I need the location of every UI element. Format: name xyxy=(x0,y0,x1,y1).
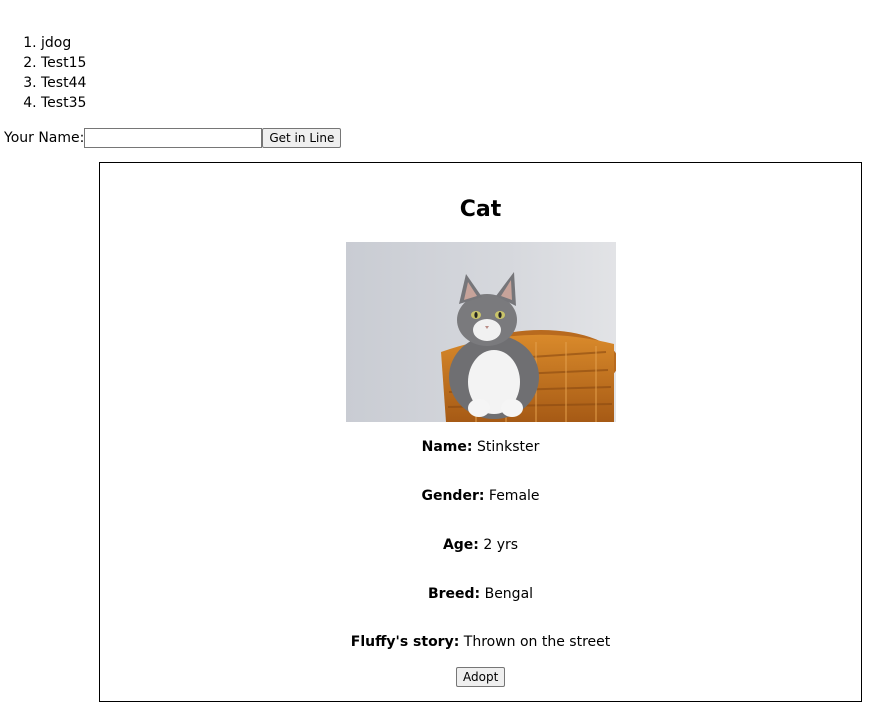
queue-item: jdog xyxy=(41,33,86,53)
pet-name-field: Name: Stinkster xyxy=(100,437,861,457)
pet-heading: Cat xyxy=(459,197,502,222)
pet-gender-field: Gender: Female xyxy=(100,486,861,506)
pet-age-label: Age: xyxy=(442,537,479,553)
pet-age-field: Age: 2 yrs xyxy=(100,535,861,555)
pet-story-value: Thrown on the street xyxy=(463,634,611,650)
name-input[interactable] xyxy=(84,128,263,148)
queue-item: Test35 xyxy=(41,93,86,113)
pet-breed-field: Breed: Bengal xyxy=(100,584,861,604)
queue-item: Test15 xyxy=(41,53,86,73)
pet-breed-value: Bengal xyxy=(484,586,534,602)
queue-item: Test44 xyxy=(41,73,86,93)
pet-age-value: 2 yrs xyxy=(483,537,519,553)
pet-name-value: Stinkster xyxy=(476,439,540,455)
pet-story-field: Fluffy's story: Thrown on the street xyxy=(100,632,861,652)
name-label: Your Name: xyxy=(4,130,85,146)
pet-gender-value: Female xyxy=(488,488,540,504)
name-form: Your Name: Get in Line xyxy=(4,127,342,149)
pet-card: Cat Name: Stinkster Gender: Female Age: … xyxy=(99,162,862,702)
cat-photo xyxy=(346,242,616,422)
pet-gender-label: Gender: xyxy=(421,488,485,504)
queue-list: jdog Test15 Test44 Test35 xyxy=(0,33,86,113)
pet-story-label: Fluffy's story: xyxy=(350,634,460,650)
get-in-line-button[interactable]: Get in Line xyxy=(262,128,342,148)
pet-name-label: Name: xyxy=(421,439,473,455)
pet-breed-label: Breed: xyxy=(427,586,481,602)
adopt-button[interactable]: Adopt xyxy=(456,667,506,687)
